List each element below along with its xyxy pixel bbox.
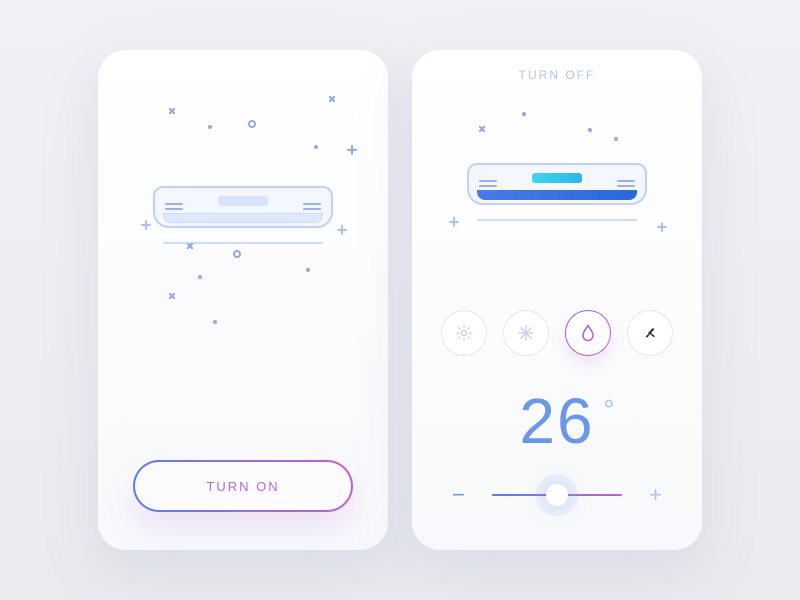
mode-selector (441, 310, 673, 356)
temp-increase-button[interactable]: + (649, 482, 662, 508)
ac-unit-off (153, 186, 333, 236)
ac-on-card: TURN OFF (412, 50, 702, 550)
mode-humidity-button[interactable] (565, 310, 611, 356)
mode-cool-button[interactable] (503, 310, 549, 356)
mode-fan-button[interactable] (627, 310, 673, 356)
snowflake-icon (516, 323, 536, 343)
ac-unit-on (467, 163, 647, 213)
slider-track[interactable] (492, 494, 622, 496)
particle-dot (208, 125, 212, 129)
turn-off-button[interactable]: TURN OFF (519, 68, 596, 82)
temp-decrease-button[interactable]: − (452, 482, 465, 508)
ac-illustration-on (412, 82, 702, 302)
ac-shadow (477, 219, 637, 221)
particle-ring (233, 250, 241, 258)
ac-vent-closed (163, 213, 323, 223)
ac-display-on (532, 173, 582, 183)
temperature-value: 26 (519, 385, 594, 457)
particle-dot (614, 137, 618, 141)
sun-icon (454, 323, 474, 343)
particle-dot (314, 145, 318, 149)
degree-symbol: ° (603, 394, 616, 426)
humidity-icon (578, 323, 598, 343)
particle-ring (248, 120, 256, 128)
mode-heat-button[interactable] (441, 310, 487, 356)
particle-dot (306, 268, 310, 272)
temperature-display: 26° (519, 384, 594, 458)
fan-icon (640, 323, 660, 343)
ac-vent-open (477, 190, 637, 200)
ac-off-card: TURN ON (98, 50, 388, 550)
turn-on-label: TURN ON (206, 479, 279, 494)
temperature-slider: − + (452, 482, 662, 508)
turn-on-button[interactable]: TURN ON (133, 460, 353, 512)
slider-thumb[interactable] (546, 484, 568, 506)
ac-illustration-off (98, 70, 388, 360)
particle-dot (213, 320, 217, 324)
particle-dot (588, 128, 592, 132)
particle-dot (198, 275, 202, 279)
ac-display-off (218, 196, 268, 206)
particle-dot (522, 112, 526, 116)
